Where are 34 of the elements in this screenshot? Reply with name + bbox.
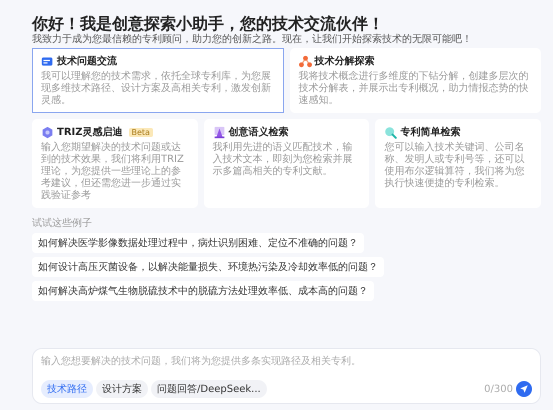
question-input[interactable]: 输入您想要解决的技术问题，我们将为您提供多条实现路径及相关专利。 技术路径 设计方案 问题回答/DeepSeek... 0/300 <box>32 348 541 404</box>
card-description: 我将技术概念进行多维度的下钻分解，创建多层次的技术分解表，并展示出专利概况，助力情报态势的快速感知。 <box>298 71 530 107</box>
feature-card[interactable]: 技术问题交流 我可以理解您的技术需求，依托全球专利库，为您展现多维技术路径、设计方案及高相关专利，激发创新灵感。 <box>32 48 284 113</box>
card-title: 技术分解探索 <box>314 54 374 68</box>
card-title: 技术问题交流 <box>57 54 117 68</box>
greeting-subtitle: 我致力于成为您最信赖的专利顾问，助力您的创新之路。现在，让我们开始探索技术的无限可能吧！ <box>32 34 473 46</box>
example-question[interactable]: 如何设计高压灭菌设备，以解决能量损失、环境热污染及冷却效率低的问题？ <box>32 257 384 277</box>
mode-chip[interactable]: 问题回答/DeepSeek... <box>151 380 267 398</box>
beta-badge: Beta <box>128 128 153 136</box>
card-description: 我可以理解您的技术需求，依托全球专利库，为您展现多维技术路径、设计方案及高相关专利，激发创新灵感。 <box>41 71 272 107</box>
character-counter: 0/300 <box>484 384 513 394</box>
card-description: 您可以输入技术关键词、公司名称、发明人或专利号等，还可以使用布尔逻辑算符，我们将为您执行快速便捷的专利检索。 <box>384 142 526 190</box>
hexagon-icon <box>41 126 54 138</box>
search-icon <box>384 126 398 138</box>
chat-bubble-icon <box>41 54 54 68</box>
feature-card[interactable]: 创意语义检索 我利用先进的语义匹配技术，输入技术文本，即刻为您检索并展示多篇高相关的专利文献。 <box>204 119 370 208</box>
example-question[interactable]: 如何解决高炉煤气生物脱硫技术中的脱硫方法处理效率低、成本高的问题？ <box>32 281 374 301</box>
card-title: TRIZ灵感启迪 <box>57 125 122 139</box>
send-button[interactable] <box>516 381 532 397</box>
beacon-icon <box>212 126 226 138</box>
card-description: 我利用先进的语义匹配技术，输入技术文本，即刻为您检索并展示多篇高相关的专利文献。 <box>212 142 354 178</box>
card-title: 专利简单检索 <box>400 126 460 139</box>
example-question[interactable]: 如何解决医学影像数据处理过程中，病灶识别困难、定位不准确的问题？ <box>32 233 364 253</box>
card-description: 输入您期望解决的技术问题或达到的技术效果，我们将利用TRIZ理论，为您提供一些理论上的参考建议，但还需您进一步通过实践验证参考 <box>41 142 185 202</box>
greeting-title: 你好！我是创意探索小助手，您的技术交流伙伴！ <box>32 14 385 34</box>
card-title: 创意语义检索 <box>228 125 289 139</box>
mode-chip[interactable]: 技术路径 <box>41 380 93 398</box>
feature-card[interactable]: TRIZ灵感启迪 Beta 输入您期望解决的技术问题或达到的技术效果，我们将利用TRIZ理论，为您提供一些理论上的参考建议，但还需您进一步通过实践验证参考 <box>32 119 198 208</box>
nodes-icon <box>298 54 312 68</box>
examples-label: 试试这些例子 <box>32 216 93 230</box>
send-icon <box>519 384 529 394</box>
feature-card[interactable]: 专利简单检索 您可以输入技术关键词、公司名称、发明人或专利号等，还可以使用布尔逻辑算符，我们将为您执行快速便捷的专利检索。 <box>375 119 541 208</box>
mode-chip[interactable]: 设计方案 <box>96 380 148 398</box>
feature-card[interactable]: 技术分解探索 我将技术概念进行多维度的下钻分解，创建多层次的技术分解表，并展示出专利概况，助力情报态势的快速感知。 <box>290 48 541 113</box>
